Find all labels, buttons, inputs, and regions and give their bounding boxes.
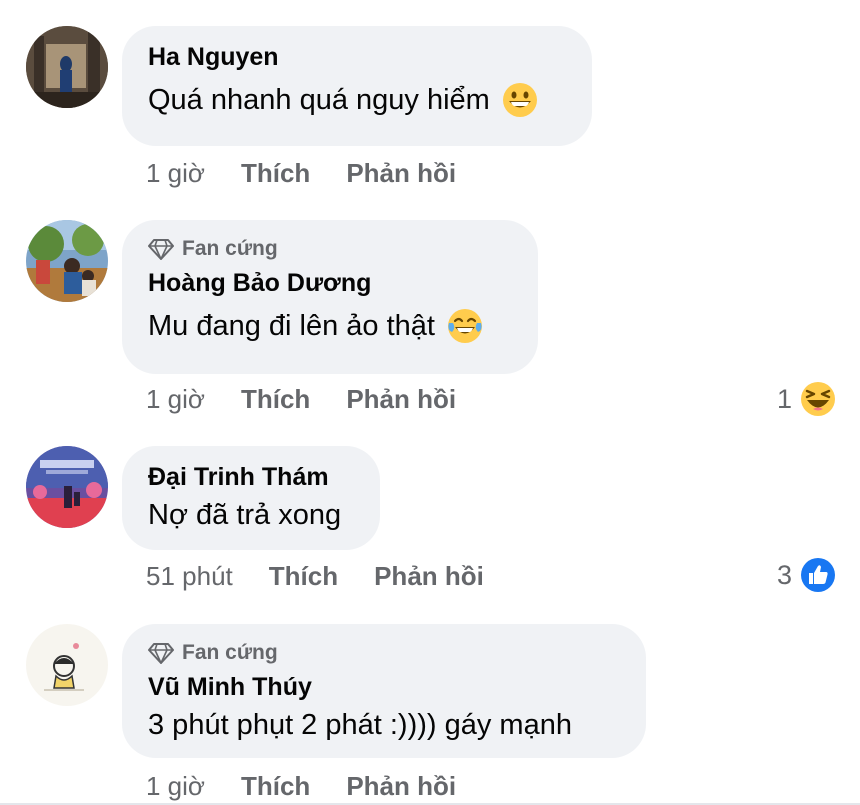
comment-text-content: Nợ đã trả xong xyxy=(148,499,342,531)
avatar[interactable] xyxy=(26,220,108,302)
author-name[interactable]: Ha Nguyen xyxy=(148,42,566,72)
like-reaction-icon xyxy=(801,558,835,592)
avatar[interactable] xyxy=(26,446,108,528)
comment-text: Nợ đã trả xong xyxy=(148,498,354,532)
reply-button[interactable]: Phản hồi xyxy=(346,384,456,415)
comment-text-content: Quá nhanh quá nguy hiểm xyxy=(148,84,490,116)
timestamp[interactable]: 1 giờ xyxy=(146,158,205,189)
like-button[interactable]: Thích xyxy=(269,561,338,592)
timestamp[interactable]: 1 giờ xyxy=(146,771,205,802)
fan-badge: Fan cứng xyxy=(148,640,620,666)
comment-text: Quá nhanh quá nguy hiểm xyxy=(148,82,566,118)
comment-actions: 1 giờ Thích Phản hồi xyxy=(146,156,456,190)
comment-bubble: Đại Trinh Thám Nợ đã trả xong xyxy=(122,446,380,550)
reaction-summary[interactable]: 1 xyxy=(777,381,836,417)
comment-bubble: Ha Nguyen Quá nhanh quá nguy hiểm xyxy=(122,26,592,146)
reaction-count: 3 xyxy=(776,559,792,590)
avatar[interactable] xyxy=(26,26,108,108)
like-button[interactable]: Thích xyxy=(241,384,310,415)
haha-reaction-icon xyxy=(801,382,835,416)
avatar[interactable] xyxy=(26,624,108,706)
reply-button[interactable]: Phản hồi xyxy=(346,771,456,802)
tears-of-joy-emoji-icon xyxy=(447,309,482,343)
author-name[interactable]: Đại Trinh Thám xyxy=(148,462,354,492)
reaction-count: 1 xyxy=(776,383,792,414)
comment-actions: 1 giờ Thích Phản hồi xyxy=(146,769,456,803)
comment-text-content: Mu đang đi lên ảo thật xyxy=(148,310,435,342)
diamond-icon xyxy=(148,239,174,260)
diamond-icon xyxy=(148,643,174,664)
comment-actions: 51 phút Thích Phản hồi xyxy=(146,559,484,593)
comment-text-content: 3 phút phụt 2 phát :)))) gáy mạnh xyxy=(148,709,572,741)
reaction-summary[interactable]: 3 xyxy=(777,557,836,593)
author-name[interactable]: Vũ Minh Thúy xyxy=(148,672,620,702)
timestamp[interactable]: 51 phút xyxy=(146,561,233,592)
comment-text: 3 phút phụt 2 phát :)))) gáy mạnh xyxy=(148,708,620,742)
fan-badge: Fan cứng xyxy=(148,236,512,262)
author-name[interactable]: Hoàng Bảo Dương xyxy=(148,268,512,298)
comment-bubble: Fan cứng Hoàng Bảo Dương Mu đang đi lên … xyxy=(122,220,538,374)
badge-label: Fan cứng xyxy=(182,641,278,664)
badge-label: Fan cứng xyxy=(182,237,278,260)
like-button[interactable]: Thích xyxy=(241,771,310,802)
comment-bubble: Fan cứng Vũ Minh Thúy 3 phút phụt 2 phát… xyxy=(122,624,646,758)
grinning-emoji-icon xyxy=(502,83,537,117)
reply-button[interactable]: Phản hồi xyxy=(346,158,456,189)
comment-actions: 1 giờ Thích Phản hồi xyxy=(146,382,456,416)
like-button[interactable]: Thích xyxy=(241,158,310,189)
comment-text: Mu đang đi lên ảo thật xyxy=(148,308,512,344)
timestamp[interactable]: 1 giờ xyxy=(146,384,205,415)
reply-button[interactable]: Phản hồi xyxy=(374,561,484,592)
